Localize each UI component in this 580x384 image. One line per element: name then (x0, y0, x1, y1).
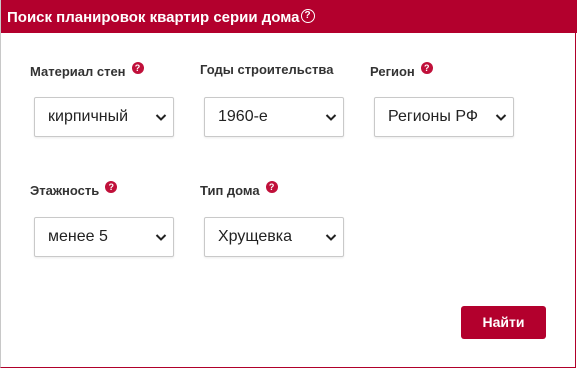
wall-material-value: кирпичный (48, 108, 129, 125)
floors-select[interactable]: менее 5 (34, 217, 174, 257)
build-years-select[interactable]: 1960-е (204, 97, 344, 137)
floors-label: Этажность? (30, 181, 118, 198)
wall-material-label-text: Материал стен (30, 64, 126, 79)
region-label: Регион? (370, 62, 433, 79)
chevron-down-icon (325, 234, 337, 241)
search-button[interactable]: Найти (461, 306, 546, 339)
region-value: Регионы РФ (388, 108, 478, 125)
chevron-down-icon (155, 114, 167, 121)
wall-material-select[interactable]: кирпичный (34, 97, 174, 137)
help-icon[interactable]: ? (420, 62, 433, 74)
help-icon[interactable]: ? (265, 181, 278, 193)
region-label-text: Регион (370, 64, 415, 79)
house-type-select[interactable]: Хрущевка (204, 217, 344, 257)
wall-material-label: Материал стен? (30, 62, 144, 79)
house-type-label: Тип дома? (200, 181, 278, 198)
build-years-label-text: Годы строительства (200, 62, 334, 77)
chevron-down-icon (155, 234, 167, 241)
floors-value: менее 5 (48, 228, 108, 245)
house-type-value: Хрущевка (218, 228, 293, 245)
chevron-down-icon (495, 114, 507, 121)
help-icon[interactable]: ? (105, 181, 118, 193)
build-years-value: 1960-е (218, 108, 268, 125)
chevron-down-icon (325, 114, 337, 121)
panel-title: Поиск планировок квартир серии дома (7, 9, 300, 26)
help-icon[interactable]: ? (131, 62, 144, 74)
house-type-label-text: Тип дома (200, 183, 260, 198)
panel-header: Поиск планировок квартир серии дома? (1, 0, 577, 33)
help-circle-icon[interactable]: ? (300, 9, 315, 23)
build-years-label: Годы строительства (200, 62, 333, 77)
region-select[interactable]: Регионы РФ (374, 97, 514, 137)
floors-label-text: Этажность (30, 183, 100, 198)
